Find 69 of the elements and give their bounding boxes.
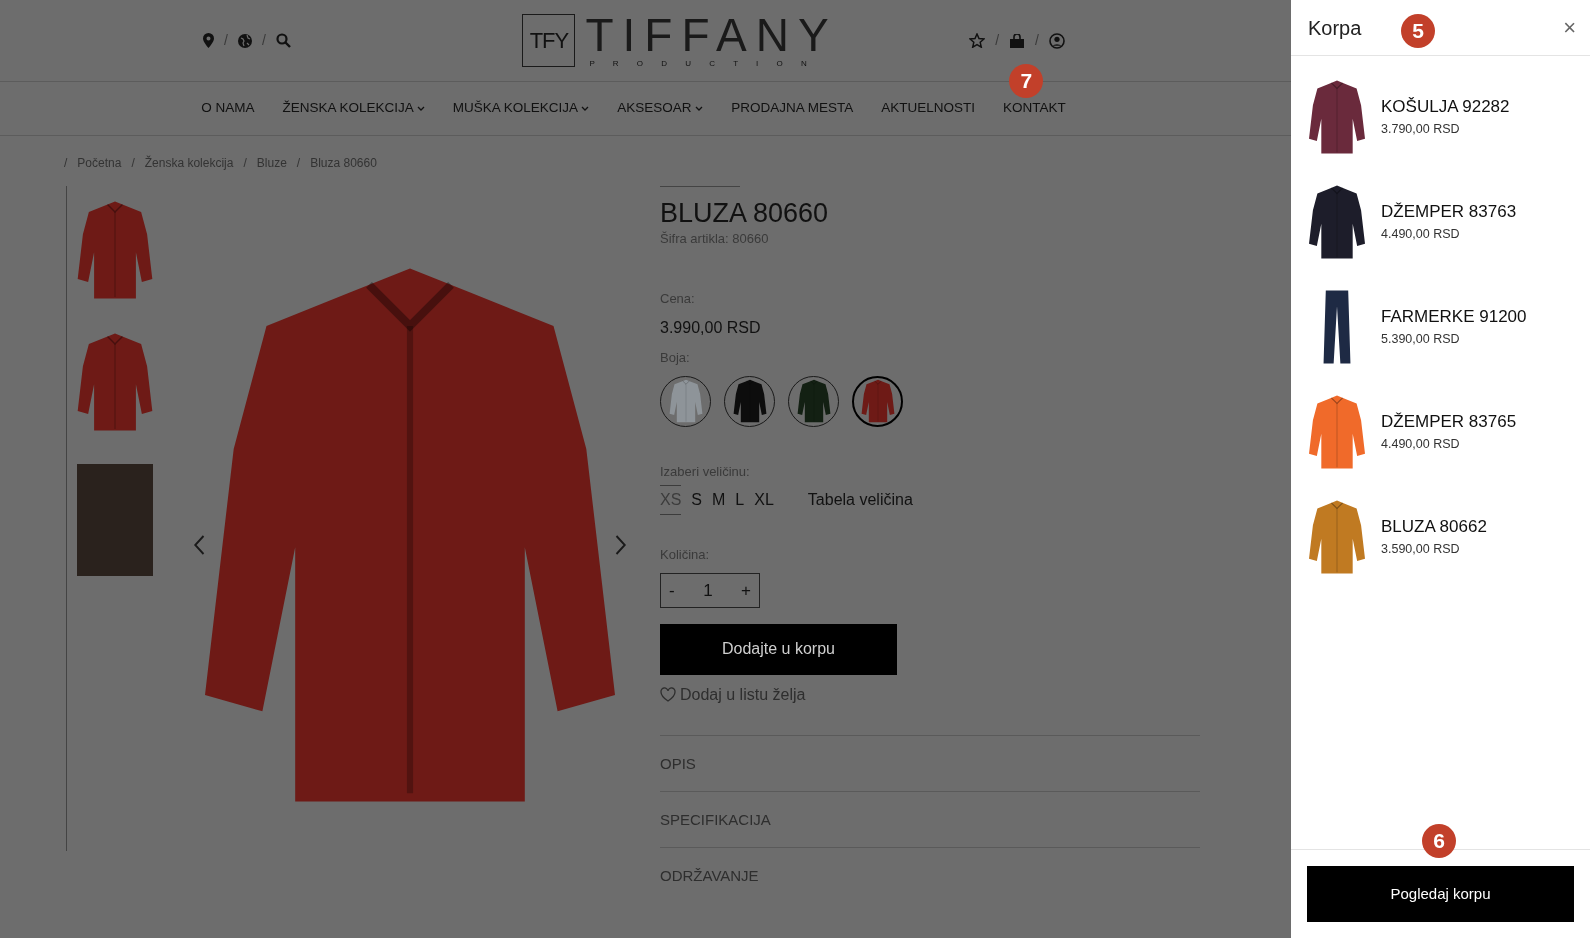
cart-item-name[interactable]: FARMERKE 91200 [1381,304,1527,330]
separator-text: / [131,155,135,172]
accordion-header[interactable]: SPECIFIKACIJA [660,791,1200,848]
nav-link[interactable]: MUŠKA KOLEKCIJA [452,98,590,119]
increase-button[interactable]: + [741,577,751,604]
price-text: 3.990,00 RSD [660,318,762,339]
nav-link[interactable]: O NAMA [201,98,255,119]
close-button[interactable]: × [1563,16,1576,39]
separator-text: / [261,31,266,50]
heart-icon [660,687,676,703]
separator-text: / [64,155,68,172]
breadcrumb-link[interactable]: Početna [77,154,122,172]
accordion-header[interactable]: OPIS [660,735,1200,792]
callout-marker: 7 [1009,64,1044,98]
separator-text: / [224,31,228,50]
nav-link[interactable]: AKSESOAR [617,98,704,119]
cart-item-price: 5.390,00 RSD [1381,330,1461,348]
shopping-bag-icon[interactable] [1009,33,1026,48]
size-option[interactable]: L [735,485,745,516]
product-title: BLUZA 80660 [660,197,830,230]
cart-item-name[interactable]: DŽEMPER 83765 [1381,409,1517,435]
size-option[interactable]: XL [754,485,774,516]
star-icon[interactable] [969,33,986,48]
cart-item-price: 4.490,00 RSD [1381,435,1461,453]
color-swatch[interactable] [852,375,903,427]
size-chart-link[interactable]: Tabela veličina [807,488,913,513]
separator-text: / [296,155,301,172]
quantity-stepper[interactable]: - 1 + [660,572,760,608]
nav-link[interactable]: AKTUELNOSTI [881,98,975,119]
swatch-garment-icon [732,379,767,424]
cart-item-price: 3.790,00 RSD [1381,120,1461,138]
breadcrumb-link[interactable]: Ženska kolekcija [144,154,234,172]
cart-item-name[interactable]: DŽEMPER 83763 [1381,199,1517,225]
color-swatch[interactable] [724,375,775,427]
wishlist-link[interactable]: Dodaj u listu želja [660,682,806,707]
separator-text: / [995,31,1000,50]
color-swatch[interactable] [788,375,839,427]
location-pin-icon[interactable] [203,33,214,48]
globe-icon[interactable] [237,33,252,48]
accordion-header[interactable]: ODRŽAVANJE [660,847,1200,904]
cart-item-price: 3.590,00 RSD [1381,540,1461,558]
swatch-garment-icon [860,379,895,424]
chevron-down-icon [416,105,425,112]
callout-marker: 5 [1401,14,1435,48]
callout-marker: 6 [1422,824,1456,858]
swatch-garment-icon [668,379,703,424]
add-to-cart-button[interactable]: Dodajte u korpu [660,623,897,675]
view-cart-button[interactable]: Pogledaj korpu [1307,866,1574,922]
separator-text: / [243,155,247,172]
color-swatch[interactable] [660,375,711,427]
chevron-down-icon [581,105,590,112]
cart-item-name[interactable]: KOŠULJA 92282 [1381,94,1510,120]
user-icon[interactable] [1049,32,1065,49]
nav-link[interactable]: ŽENSKA KOLEKCIJA [282,98,425,119]
nav-link[interactable]: PRODAJNA MESTA [731,98,854,119]
size-option[interactable]: M [712,485,726,516]
breadcrumb-current[interactable]: Bluza 80660 [310,154,377,172]
quantity-value: 1 [703,579,713,602]
search-icon[interactable] [275,33,291,48]
chevron-down-icon [695,105,704,112]
separator-text: / [1035,31,1039,50]
decrease-button[interactable]: - [669,577,675,604]
swatch-garment-icon [796,379,831,424]
breadcrumb-link[interactable]: Bluze [256,154,287,172]
cart-item-price: 4.490,00 RSD [1381,225,1461,243]
cart-item-name[interactable]: BLUZA 80662 [1381,514,1487,540]
cart-title: Korpa [1308,15,1362,40]
nav-link[interactable]: KONTAKT [1003,98,1066,119]
size-option[interactable]: S [691,485,702,516]
